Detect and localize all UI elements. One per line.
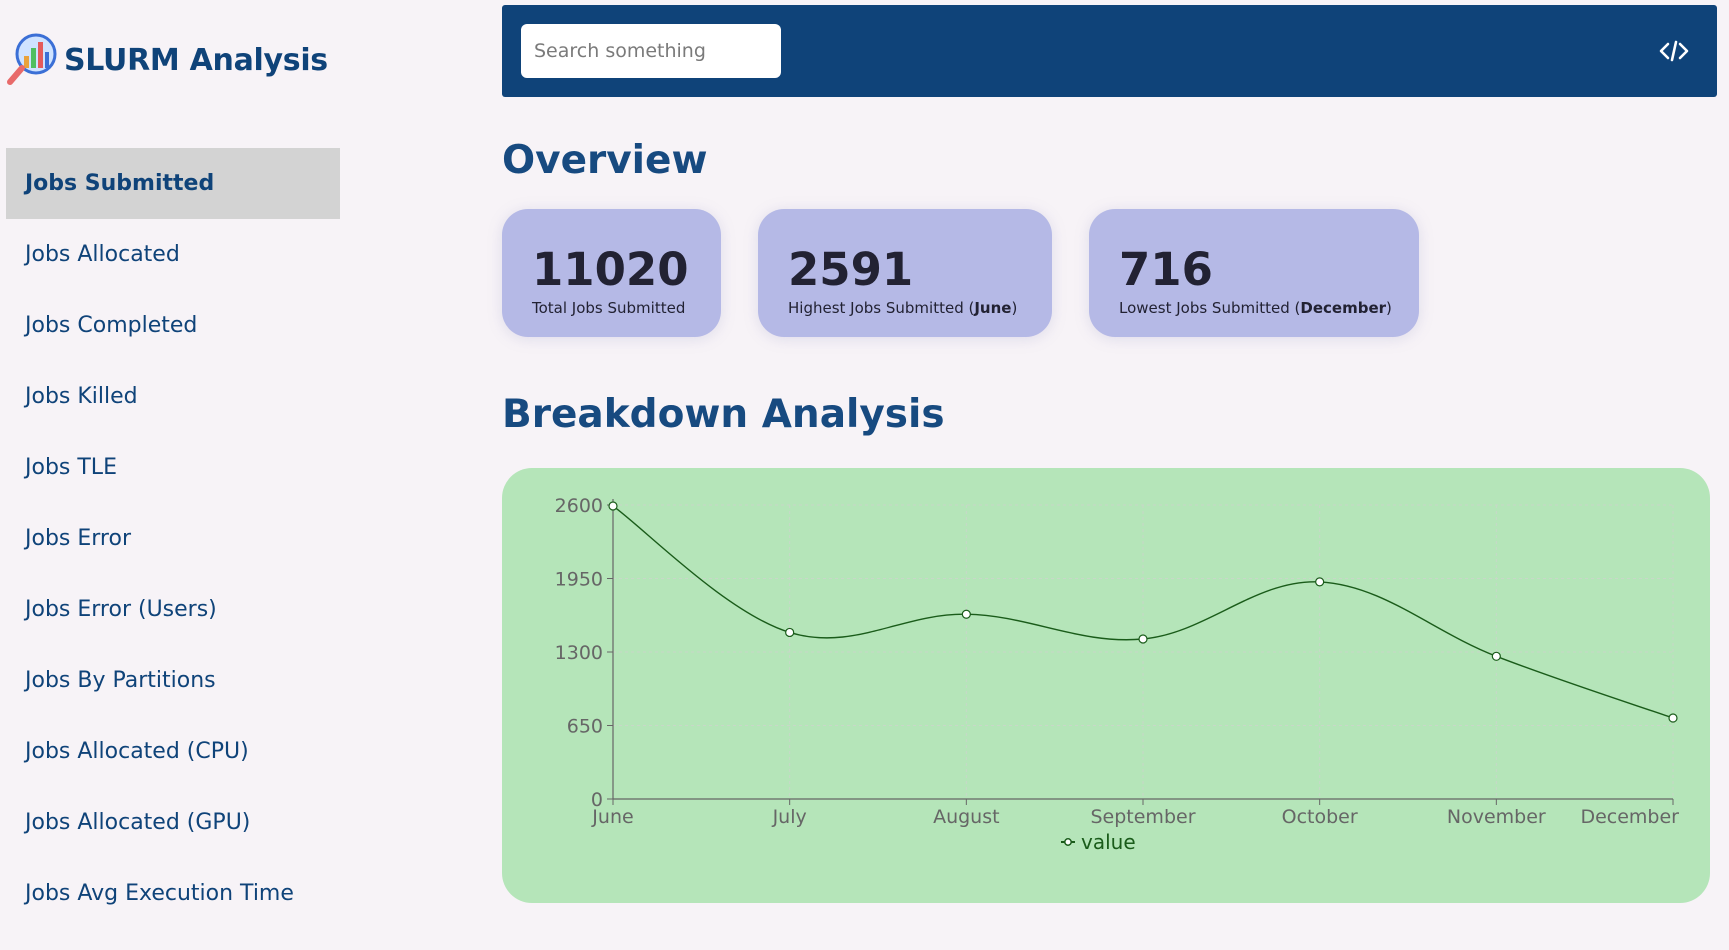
x-tick-label: June <box>591 806 633 828</box>
stat-value: 11020 <box>532 243 689 296</box>
code-icon[interactable] <box>1659 39 1689 63</box>
x-tick-label: November <box>1447 806 1546 828</box>
x-tick-label: October <box>1282 806 1358 828</box>
y-tick-label: 1300 <box>555 642 603 664</box>
y-tick-label: 650 <box>567 716 603 738</box>
sidebar-item-label: Jobs Killed <box>25 384 138 409</box>
sidebar-item-label: Jobs Allocated (GPU) <box>25 810 251 835</box>
top-bar <box>502 5 1717 97</box>
stat-label-month: December <box>1300 299 1387 317</box>
sidebar-nav: Jobs Submitted Jobs Allocated Jobs Compl… <box>6 148 340 929</box>
stat-card-lowest: 716 Lowest Jobs Submitted (December) <box>1089 209 1419 337</box>
sidebar-item-jobs-error[interactable]: Jobs Error <box>6 503 340 574</box>
x-tick-label: September <box>1090 806 1195 828</box>
data-point <box>608 501 618 511</box>
stat-label: Total Jobs Submitted <box>532 299 686 317</box>
y-tick-label: 2600 <box>555 495 603 517</box>
sidebar-item-jobs-tle[interactable]: Jobs TLE <box>6 432 340 503</box>
y-tick-label: 1950 <box>555 569 603 591</box>
breakdown-title: Breakdown Analysis <box>502 392 945 437</box>
stat-label: Lowest Jobs Submitted (December) <box>1119 299 1392 317</box>
data-point <box>1491 651 1501 661</box>
x-tick-label: August <box>933 806 1000 828</box>
data-point <box>1138 634 1148 644</box>
data-point <box>1668 713 1678 723</box>
brand[interactable]: SLURM Analysis <box>4 32 328 88</box>
sidebar-item-jobs-submitted[interactable]: Jobs Submitted <box>6 148 340 219</box>
stat-card-highest: 2591 Highest Jobs Submitted (June) <box>758 209 1052 337</box>
stat-value: 716 <box>1119 243 1213 296</box>
legend-marker <box>1064 838 1072 846</box>
overview-title: Overview <box>502 138 708 183</box>
data-point <box>961 609 971 619</box>
data-point <box>1315 577 1325 587</box>
sidebar-item-jobs-killed[interactable]: Jobs Killed <box>6 361 340 432</box>
sidebar-item-label: Jobs Allocated <box>25 242 180 267</box>
sidebar-item-jobs-allocated-gpu[interactable]: Jobs Allocated (GPU) <box>6 787 340 858</box>
sidebar-item-jobs-completed[interactable]: Jobs Completed <box>6 290 340 361</box>
analytics-magnifier-icon <box>4 32 60 88</box>
sidebar-item-jobs-avg-execution-time[interactable]: Jobs Avg Execution Time <box>6 858 340 929</box>
sidebar-item-label: Jobs Error (Users) <box>25 597 217 622</box>
sidebar-item-jobs-allocated-cpu[interactable]: Jobs Allocated (CPU) <box>6 716 340 787</box>
sidebar-item-label: Jobs Submitted <box>25 171 215 196</box>
x-tick-label: December <box>1580 806 1679 828</box>
stat-label-month: June <box>974 299 1012 317</box>
line-chart: 0650130019502600June July August September O… <box>555 495 1680 854</box>
x-tick-label: July <box>772 806 807 828</box>
data-point <box>785 627 795 638</box>
legend-label: value <box>1081 830 1136 854</box>
sidebar-item-label: Jobs Avg Execution Time <box>25 881 294 906</box>
sidebar-item-jobs-by-partitions[interactable]: Jobs By Partitions <box>6 645 340 716</box>
stat-label: Highest Jobs Submitted (June) <box>788 299 1018 317</box>
sidebar-item-label: Jobs By Partitions <box>25 668 216 693</box>
stat-value: 2591 <box>788 243 914 296</box>
sidebar-item-label: Jobs Allocated (CPU) <box>25 739 249 764</box>
app-title: SLURM Analysis <box>64 42 328 78</box>
sidebar: SLURM Analysis Jobs Submitted Jobs Alloc… <box>0 0 345 950</box>
stat-card-total: 11020 Total Jobs Submitted <box>502 209 721 337</box>
sidebar-item-jobs-error-users[interactable]: Jobs Error (Users) <box>6 574 340 645</box>
sidebar-item-label: Jobs Completed <box>25 313 198 338</box>
search-input[interactable] <box>521 24 781 78</box>
sidebar-item-jobs-allocated[interactable]: Jobs Allocated <box>6 219 340 290</box>
sidebar-item-label: Jobs Error <box>25 526 131 551</box>
line-chart-panel: 0 650 1300 1950 2600 June July August September O… <box>502 468 1710 903</box>
sidebar-item-label: Jobs TLE <box>25 455 117 480</box>
